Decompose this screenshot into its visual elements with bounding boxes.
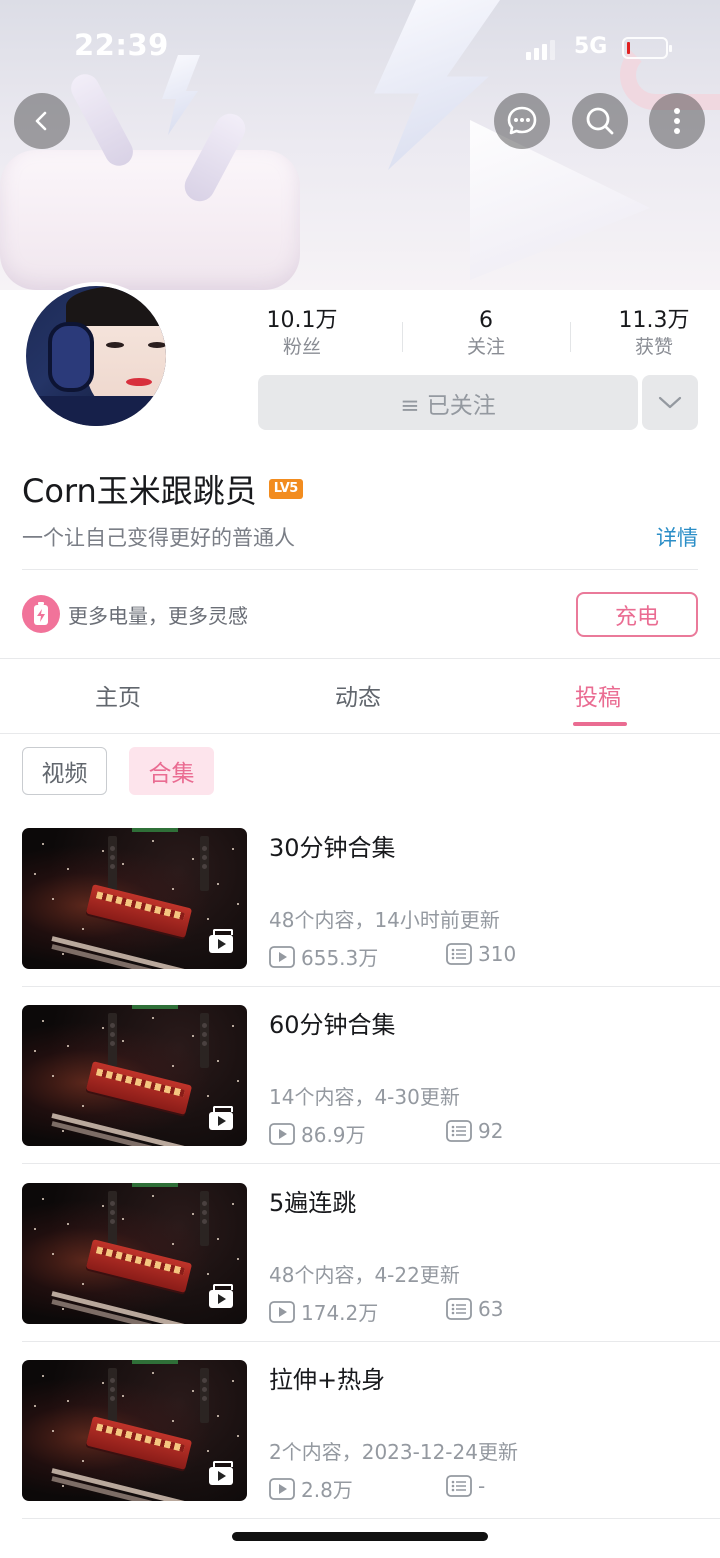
collection-count: 63	[446, 1297, 503, 1321]
stat-fans[interactable]: 10.1万 粉丝	[232, 308, 372, 360]
divider	[22, 1341, 720, 1342]
list-icon	[446, 943, 472, 965]
charge-button[interactable]: 充电	[576, 592, 698, 637]
collection-thumbnail[interactable]	[22, 1360, 247, 1501]
detail-link[interactable]: 详情	[656, 522, 698, 552]
count-value: 63	[478, 1297, 504, 1321]
battery-charge-icon	[22, 595, 60, 633]
collection-views: 86.9万	[269, 1119, 366, 1148]
divider	[0, 658, 720, 659]
collection-title: 拉伸+热身	[269, 1366, 386, 1394]
search-button[interactable]	[572, 93, 628, 149]
collection-title: 30分钟合集	[269, 834, 396, 862]
collection-views: 655.3万	[269, 942, 378, 971]
collection-count: -	[446, 1474, 485, 1498]
list-icon	[446, 1298, 472, 1320]
divider	[22, 569, 698, 570]
user-name: Corn玉米跟跳员	[22, 472, 257, 510]
collection-title: 5遍连跳	[269, 1189, 357, 1217]
chevron-down-icon	[658, 396, 682, 408]
collection-item[interactable]: 30分钟合集 48个内容，14小时前更新 655.3万 310	[0, 828, 720, 1005]
user-signature: 一个让自己变得更好的普通人	[22, 526, 295, 550]
collection-item[interactable]: 5遍连跳 48个内容，4-22更新 174.2万 63	[0, 1183, 720, 1360]
collection-item[interactable]: 拉伸+热身 2个内容，2023-12-24更新 2.8万 -	[0, 1360, 720, 1537]
search-icon	[586, 107, 614, 135]
more-vertical-icon	[674, 108, 680, 134]
divider	[22, 1163, 720, 1164]
collection-badge-icon	[209, 929, 233, 953]
tab-dynamic[interactable]: 动态	[335, 678, 381, 712]
divider	[22, 986, 720, 987]
divider	[22, 1518, 720, 1519]
stat-value: 11.3万	[618, 308, 690, 333]
divider	[0, 733, 720, 734]
user-name-row: Corn玉米跟跳员 LV5	[22, 466, 303, 512]
collection-badge-icon	[209, 1461, 233, 1485]
message-bubble-icon	[507, 106, 537, 135]
back-button[interactable]	[14, 93, 70, 149]
charge-row: 更多电量，更多灵感	[22, 595, 248, 633]
collection-count: 310	[446, 942, 516, 966]
play-count-icon	[269, 1300, 295, 1323]
stat-label: 粉丝	[282, 336, 321, 358]
chevron-left-icon	[35, 111, 47, 131]
collection-item[interactable]: 60分钟合集 14个内容，4-30更新 86.9万 92	[0, 1005, 720, 1182]
charge-text: 更多电量，更多灵感	[68, 603, 248, 628]
count-value: 310	[478, 942, 517, 966]
collection-thumbnail[interactable]	[22, 1183, 247, 1324]
play-count-icon	[269, 945, 295, 968]
views-value: 2.8万	[301, 1478, 353, 1502]
play-count-icon	[269, 1122, 295, 1145]
follow-dropdown-button[interactable]	[642, 375, 698, 430]
collection-thumbnail[interactable]	[22, 1005, 247, 1146]
signal-icon	[526, 38, 555, 60]
tab-indicator	[573, 722, 627, 726]
collection-meta: 48个内容，14小时前更新	[269, 908, 500, 932]
filter-videos[interactable]: 视频	[22, 747, 107, 795]
stat-value: 10.1万	[266, 308, 338, 333]
stat-value: 6	[479, 308, 493, 333]
collection-meta: 14个内容，4-30更新	[269, 1085, 460, 1109]
count-value: 92	[478, 1119, 504, 1143]
stat-following[interactable]: 6 关注	[416, 308, 556, 360]
collection-badge-icon	[209, 1284, 233, 1308]
views-value: 86.9万	[301, 1123, 366, 1147]
collection-meta: 2个内容，2023-12-24更新	[269, 1440, 518, 1464]
collection-count: 92	[446, 1119, 503, 1143]
stat-likes[interactable]: 11.3万 获赞	[584, 308, 720, 360]
home-indicator[interactable]	[232, 1532, 488, 1541]
collection-meta: 48个内容，4-22更新	[269, 1263, 460, 1287]
filter-collections[interactable]: 合集	[129, 747, 214, 795]
views-value: 655.3万	[301, 946, 379, 970]
list-icon	[446, 1475, 472, 1497]
collection-badge-icon	[209, 1106, 233, 1130]
collection-views: 2.8万	[269, 1474, 353, 1503]
more-button[interactable]	[649, 93, 705, 149]
status-time: 22:39	[74, 28, 169, 62]
views-value: 174.2万	[301, 1301, 379, 1325]
stat-label: 关注	[466, 336, 505, 358]
collection-views: 174.2万	[269, 1297, 378, 1326]
tab-home[interactable]: 主页	[95, 678, 141, 712]
message-button[interactable]	[494, 93, 550, 149]
list-icon	[446, 1120, 472, 1142]
battery-icon	[622, 37, 672, 59]
count-value: -	[478, 1474, 486, 1498]
level-badge: LV5	[268, 479, 303, 499]
profile-stats: 10.1万 粉丝 6 关注 11.3万 获赞	[230, 308, 720, 364]
collection-thumbnail[interactable]	[22, 828, 247, 969]
avatar[interactable]	[22, 282, 170, 430]
collection-title: 60分钟合集	[269, 1011, 396, 1039]
tab-uploads[interactable]: 投稿	[575, 678, 621, 712]
play-count-icon	[269, 1477, 295, 1500]
network-type: 5G	[574, 34, 608, 59]
followed-button[interactable]: ≡ 已关注	[258, 375, 638, 430]
stat-label: 获赞	[634, 336, 673, 358]
